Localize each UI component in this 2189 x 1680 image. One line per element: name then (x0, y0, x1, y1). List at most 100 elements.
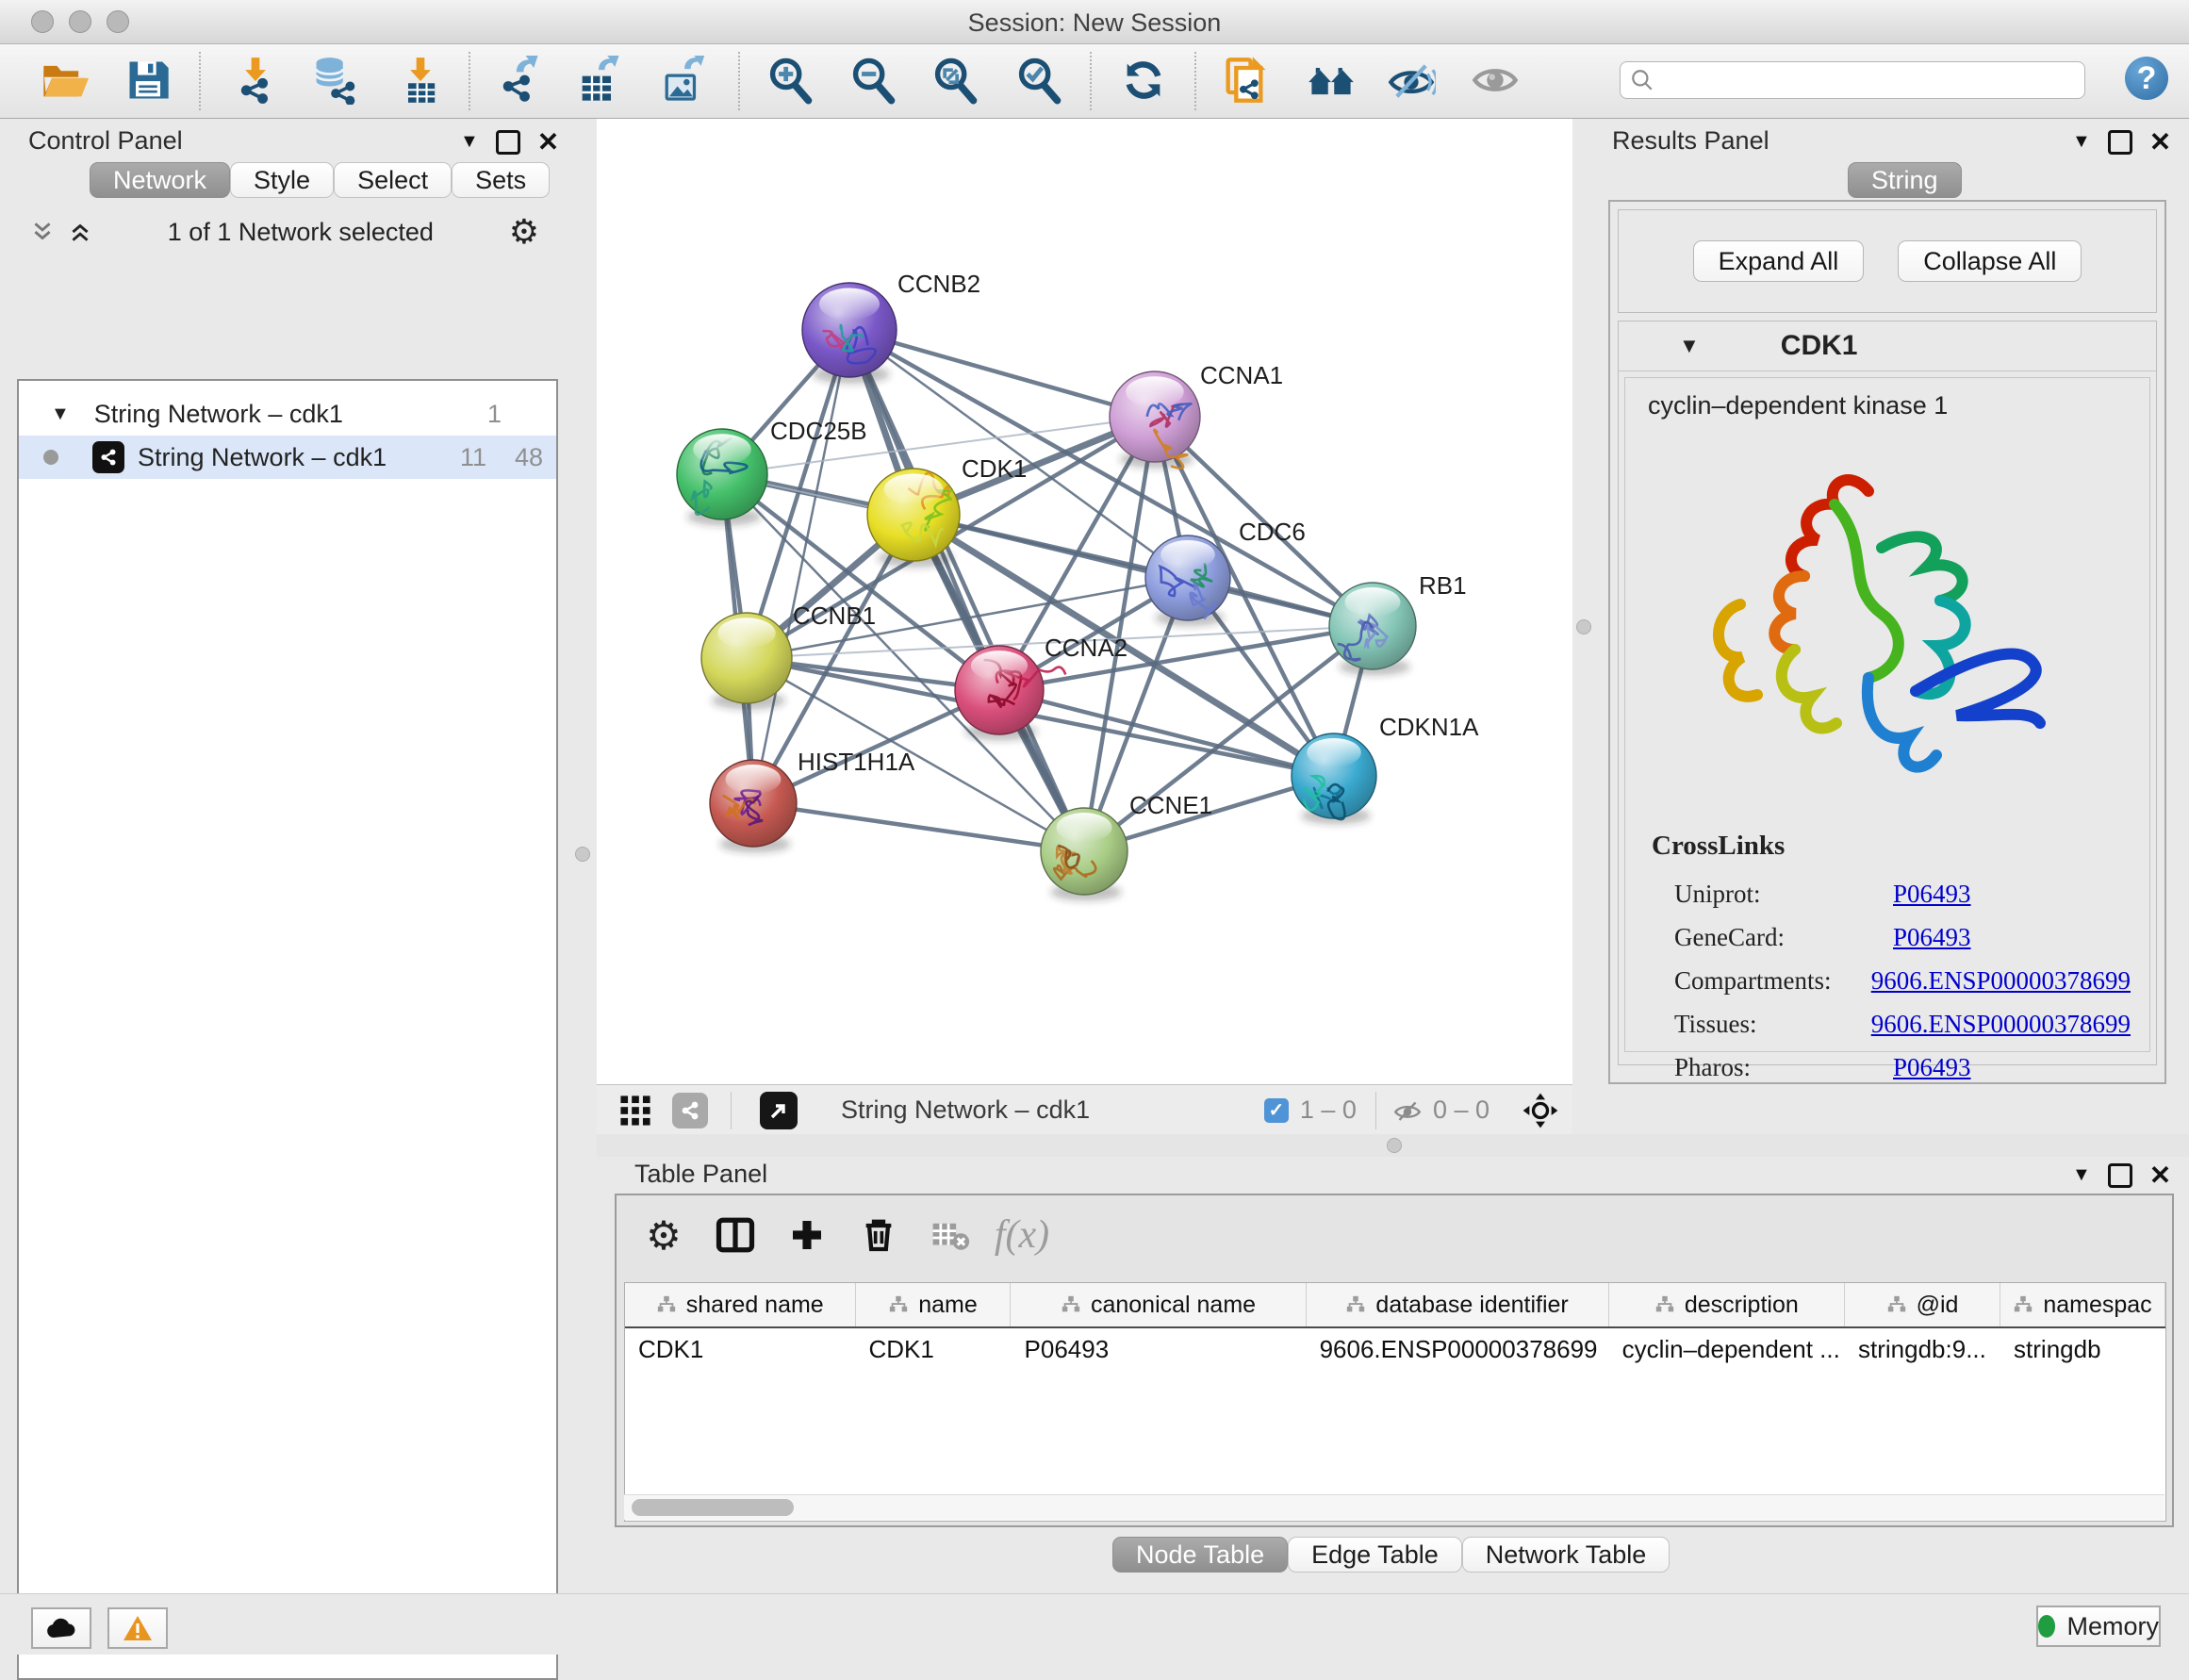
network-row-selected[interactable]: String Network – cdk1 11 48 (19, 436, 556, 479)
column-header[interactable]: namespac (2000, 1283, 2165, 1326)
delete-column-trash-icon[interactable] (854, 1211, 903, 1260)
tree-expander-icon[interactable]: ▼ (51, 404, 70, 425)
tab-style[interactable]: Style (230, 162, 334, 198)
expand-all-button[interactable]: Expand All (1693, 240, 1865, 282)
cloud-button[interactable] (31, 1607, 91, 1649)
column-header[interactable]: name (856, 1283, 1012, 1326)
collapse-all-button[interactable]: Collapse All (1898, 240, 2082, 282)
results-panel-menu-icon[interactable]: ▼ (2072, 131, 2091, 153)
column-header[interactable]: database identifier (1307, 1283, 1609, 1326)
import-network-icon[interactable] (229, 54, 282, 107)
table-row[interactable]: CDK1CDK1P064939606.ENSP00000378699cyclin… (625, 1328, 2165, 1370)
column-header[interactable]: canonical name (1011, 1283, 1306, 1326)
home-icon[interactable] (1305, 54, 1358, 107)
fit-selection-crosshair-icon[interactable] (1522, 1092, 1559, 1129)
crosslink-link[interactable]: 9606.ENSP00000378699 (1871, 966, 2131, 996)
table-cell[interactable]: 9606.ENSP00000378699 (1307, 1328, 1609, 1370)
control-panel-float-icon[interactable] (496, 130, 520, 155)
network-node-ccna1[interactable] (1110, 371, 1200, 469)
export-image-icon[interactable] (656, 54, 709, 107)
network-node-ccne1[interactable] (1041, 808, 1127, 900)
memory-button[interactable]: Memory (2036, 1606, 2161, 1647)
crosslink-link[interactable]: P06493 (1893, 1053, 1971, 1082)
export-network-icon[interactable] (492, 54, 545, 107)
zoom-in-icon[interactable] (764, 54, 816, 107)
table-cell[interactable]: CDK1 (856, 1328, 1012, 1370)
save-session-icon[interactable] (122, 54, 174, 107)
open-session-icon[interactable] (38, 54, 91, 107)
network-node-rb1[interactable] (1329, 583, 1416, 675)
crosslink-label: Uniprot: (1674, 880, 1893, 909)
zoom-out-icon[interactable] (847, 54, 899, 107)
table-cell[interactable]: stringdb (2000, 1328, 2165, 1370)
node-label-ccna1: CCNA1 (1200, 361, 1283, 389)
toolbar-search[interactable] (1620, 61, 2085, 99)
expand-all-icon[interactable] (68, 220, 92, 244)
network-node-cdc25b[interactable] (677, 429, 767, 526)
network-label: String Network – cdk1 (138, 443, 387, 472)
network-canvas[interactable]: CCNB2CCNA1CDC25BCDK1CDC6RB1CCNB1CCNA2CDK… (597, 119, 1572, 1084)
results-panel-float-icon[interactable] (2108, 130, 2132, 155)
refresh-icon[interactable] (1117, 54, 1170, 107)
cdk1-section-header[interactable]: ▼ CDK1 (1619, 321, 2156, 371)
add-column-icon[interactable] (782, 1211, 831, 1260)
horizontal-splitter-handle[interactable] (1387, 1138, 1402, 1153)
open-in-window-icon[interactable] (760, 1092, 798, 1129)
control-panel-menu-icon[interactable]: ▼ (460, 131, 479, 153)
tab-node-table[interactable]: Node Table (1112, 1537, 1288, 1573)
help-button[interactable]: ? (2125, 57, 2168, 100)
column-header[interactable]: @id (1845, 1283, 2000, 1326)
show-columns-icon[interactable] (711, 1211, 760, 1260)
crosslink-link[interactable]: P06493 (1893, 880, 1971, 909)
zoom-fit-icon[interactable] (929, 54, 981, 107)
tab-select[interactable]: Select (334, 162, 452, 198)
tab-edge-table[interactable]: Edge Table (1288, 1537, 1462, 1573)
crosslink-link[interactable]: P06493 (1893, 923, 1971, 952)
hide-selected-eye-icon[interactable] (1385, 54, 1438, 107)
control-panel-close-icon[interactable]: ✕ (537, 126, 559, 157)
search-input[interactable] (1654, 66, 2075, 94)
network-options-gear-icon[interactable]: ⚙ (509, 215, 539, 249)
network-share-icon[interactable] (672, 1093, 708, 1128)
warning-button[interactable] (107, 1607, 168, 1649)
zoom-selected-icon[interactable] (1012, 54, 1065, 107)
table-settings-gear-icon[interactable]: ⚙ (639, 1211, 688, 1260)
tab-string[interactable]: String (1848, 162, 1962, 198)
column-header[interactable]: shared name (625, 1283, 856, 1326)
section-collapse-icon[interactable]: ▼ (1679, 334, 1700, 358)
table-horizontal-scrollbar[interactable] (624, 1494, 2164, 1520)
hidden-eye-icon[interactable] (1391, 1095, 1424, 1127)
network-node-hist1h1a[interactable] (710, 760, 797, 852)
results-panel-close-icon[interactable]: ✕ (2149, 126, 2171, 157)
network-node-cdkn1a[interactable] (1292, 733, 1376, 824)
table-panel-close-icon[interactable]: ✕ (2149, 1160, 2171, 1191)
tab-network-table[interactable]: Network Table (1462, 1537, 1671, 1573)
birdseye-grid-icon[interactable] (619, 1095, 651, 1127)
table-cell[interactable]: CDK1 (625, 1328, 856, 1370)
network-node-cdk1[interactable] (867, 469, 960, 568)
network-node-ccnb1[interactable] (701, 613, 792, 710)
table-panel-float-icon[interactable] (2108, 1163, 2132, 1188)
tab-network[interactable]: Network (90, 162, 230, 198)
crosslink-label: GeneCard: (1674, 923, 1893, 952)
selected-checkbox-icon[interactable]: ✓ (1264, 1098, 1289, 1123)
network-node-cdc6[interactable] (1145, 535, 1230, 626)
control-panel-title: Control Panel (28, 126, 183, 156)
table-cell[interactable]: cyclin–dependent ... (1609, 1328, 1845, 1370)
table-panel-menu-icon[interactable]: ▼ (2072, 1164, 2091, 1186)
scrollbar-thumb[interactable] (632, 1499, 794, 1516)
copy-network-icon[interactable] (1218, 54, 1271, 107)
crosslink-link[interactable]: 9606.ENSP00000378699 (1871, 1010, 2131, 1039)
export-table-icon[interactable] (572, 54, 625, 107)
import-network-from-database-icon[interactable] (307, 54, 360, 107)
column-header[interactable]: description (1609, 1283, 1845, 1326)
table-cell[interactable]: P06493 (1012, 1328, 1307, 1370)
tab-sets[interactable]: Sets (452, 162, 550, 198)
collapse-all-icon[interactable] (30, 220, 55, 244)
import-table-icon[interactable] (394, 54, 447, 107)
horizontal-splitter[interactable] (597, 1134, 2189, 1157)
table-cell[interactable]: stringdb:9... (1845, 1328, 2000, 1370)
left-splitter-handle[interactable] (575, 847, 590, 862)
right-splitter-handle[interactable] (1576, 619, 1591, 634)
network-collection-row[interactable]: ▼ String Network – cdk1 1 (19, 392, 556, 436)
